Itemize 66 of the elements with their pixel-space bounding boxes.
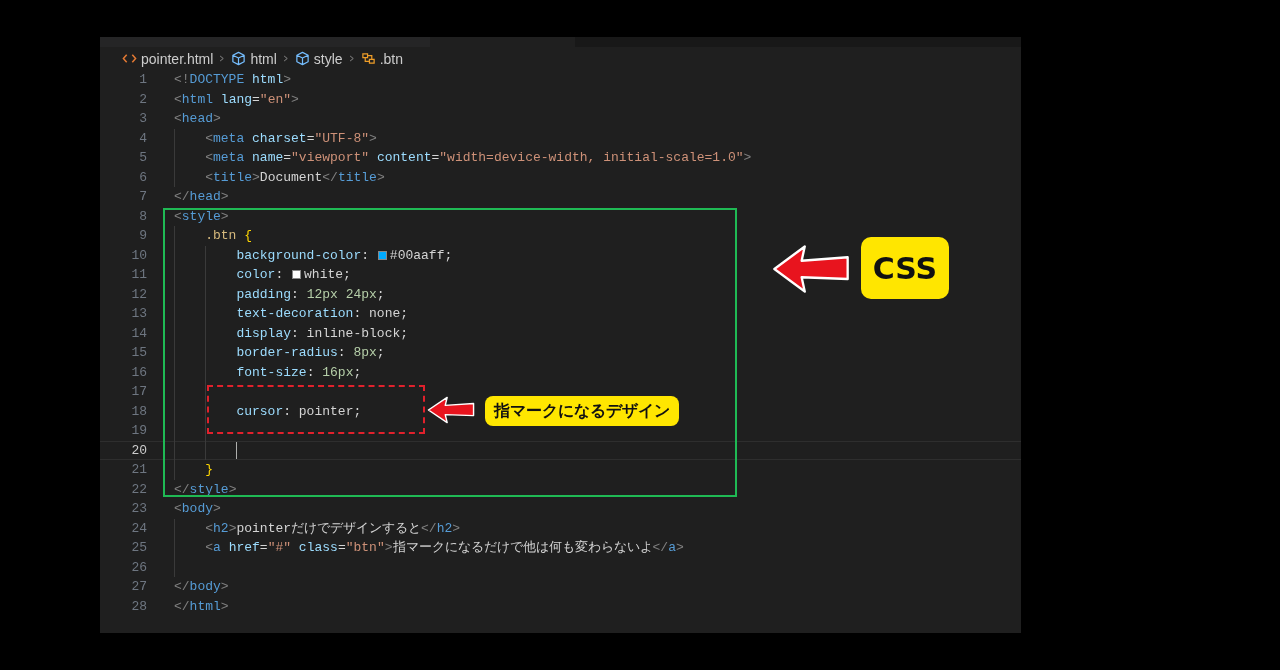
code-text: font-size: 16px; — [236, 363, 362, 382]
line-number: 10 — [130, 246, 147, 265]
line-number: 5 — [138, 149, 147, 167]
code-text: background-color: — [236, 246, 371, 265]
code-text: .btn { — [205, 227, 253, 245]
code-text: white; — [304, 266, 351, 284]
code-text: #00aaff; — [389, 246, 453, 265]
line-number: 8 — [138, 207, 147, 226]
code-text: </style> — [174, 480, 237, 499]
callout-label: CSS — [861, 237, 949, 299]
code-text: cursor: pointer; — [236, 402, 362, 421]
code-text: <meta charset="UTF-8"> — [205, 129, 377, 148]
cube-icon — [294, 51, 310, 66]
line-number: 12 — [130, 285, 147, 304]
line-number: 7 — [138, 188, 147, 206]
code-text: <meta name="viewport" content="width=device-width, initial-scale=1.0"> — [205, 149, 752, 167]
code-text: } — [205, 461, 213, 479]
line-number: 13 — [130, 305, 147, 323]
color-swatch[interactable] — [292, 270, 302, 280]
breadcrumb-item[interactable]: style — [313, 50, 343, 67]
line-number: 4 — [138, 129, 147, 148]
code-text: display: inline-block; — [236, 324, 409, 343]
code-text: </head> — [174, 188, 229, 206]
line-number: 23 — [130, 500, 147, 518]
code-text: padding: 12px 24px; — [236, 285, 385, 304]
line-number: 3 — [138, 110, 147, 128]
line-number: 16 — [130, 363, 147, 382]
breadcrumb-item[interactable]: .btn — [379, 50, 403, 67]
line-number: 25 — [130, 539, 147, 557]
cube-icon — [231, 51, 247, 66]
line-number: 1 — [138, 71, 147, 89]
line-number: 20 — [130, 441, 147, 459]
code-text: <html lang="en"> — [174, 90, 299, 109]
line-number: 15 — [130, 344, 147, 362]
symbol-icon — [360, 51, 376, 66]
code-text: <!DOCTYPE html> — [174, 71, 292, 89]
code-text: </body> — [174, 578, 229, 596]
line-number: 26 — [130, 558, 147, 577]
line-number: 11 — [130, 266, 147, 284]
code-text: </html> — [174, 597, 229, 616]
line-number: 6 — [138, 168, 147, 187]
code-text: <body> — [174, 500, 221, 518]
line-number: 27 — [130, 578, 147, 596]
code-text: <style> — [174, 207, 229, 226]
code-text: border-radius: 8px; — [236, 344, 385, 362]
left-arrow — [427, 396, 475, 424]
line-number: 14 — [130, 324, 147, 343]
code-text: <head> — [174, 110, 221, 128]
breadcrumb-item[interactable]: html — [250, 50, 277, 67]
line-number: 2 — [138, 90, 147, 109]
code-text: text-decoration: none; — [236, 305, 409, 323]
line-number: 24 — [130, 519, 147, 538]
code-text: <a href="#" class="btn">指マークになるだけで他は何も変わらないよ</a> — [205, 539, 684, 557]
color-swatch[interactable] — [377, 250, 387, 260]
breadcrumb-item[interactable]: pointer.html — [141, 50, 214, 67]
line-number: 9 — [138, 227, 147, 245]
code-text: <h2>pointerだけでデザインすると</h2> — [205, 519, 461, 538]
line-number: 28 — [130, 597, 147, 616]
code-text: color: — [236, 266, 285, 284]
callout-label: 指マークになるデザイン — [485, 396, 679, 426]
line-number: 17 — [130, 383, 147, 401]
code-text: <title>Document</title> — [205, 168, 385, 187]
line-number: 21 — [130, 461, 147, 479]
line-number: 18 — [130, 402, 147, 421]
line-number: 22 — [130, 480, 147, 499]
line-number: 19 — [130, 422, 147, 440]
